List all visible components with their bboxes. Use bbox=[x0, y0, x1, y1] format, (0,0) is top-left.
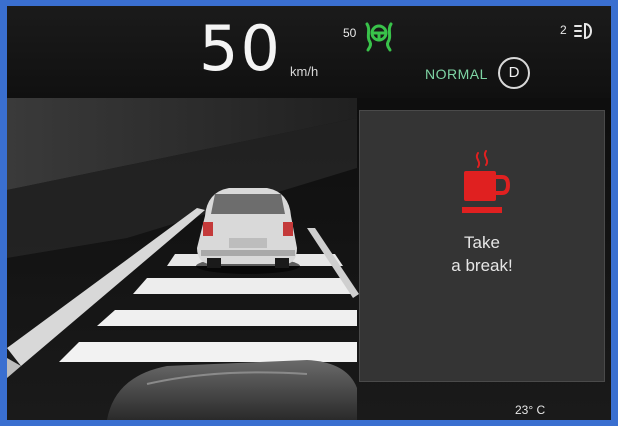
speed-readout: 50 bbox=[199, 12, 282, 85]
outside-temperature: 23° C bbox=[515, 403, 546, 417]
lane-stripe bbox=[59, 342, 357, 362]
speed-unit: km/h bbox=[290, 64, 319, 79]
screenshot-frame: 50 km/h 50 NORMAL D 2 Take a break! 23° … bbox=[0, 0, 618, 426]
assist-level-value: 2 bbox=[560, 23, 567, 37]
lane-stripe bbox=[97, 310, 357, 326]
speed-limit-value: 50 bbox=[343, 26, 357, 40]
headlight-icon bbox=[574, 22, 592, 40]
status-bar: 50 km/h 50 NORMAL D 2 bbox=[7, 6, 611, 98]
alert-message-line2: a break! bbox=[451, 256, 513, 275]
gear-indicator: D bbox=[498, 57, 530, 89]
coffee-cup-icon bbox=[462, 150, 511, 213]
lead-vehicle bbox=[196, 188, 300, 274]
alert-message-line1: Take bbox=[464, 233, 500, 252]
lane-stripe bbox=[133, 278, 355, 294]
drive-mode-label: NORMAL bbox=[425, 66, 488, 82]
instrument-cluster: 50 km/h 50 NORMAL D 2 Take a break! 23° … bbox=[7, 6, 611, 420]
steering-assist-icon bbox=[365, 22, 393, 52]
break-alert-panel: Take a break! bbox=[359, 110, 605, 382]
